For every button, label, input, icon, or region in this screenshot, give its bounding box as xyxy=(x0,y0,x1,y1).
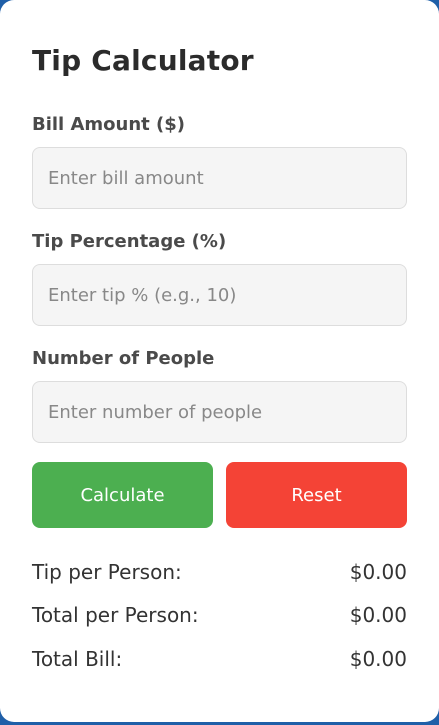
bill-amount-label: Bill Amount ($) xyxy=(32,114,186,135)
total-per-person-label: Total per Person: xyxy=(32,603,199,627)
calculate-button[interactable]: Calculate xyxy=(32,462,213,528)
tip-percentage-label: Tip Percentage (%) xyxy=(32,231,227,252)
number-of-people-input[interactable] xyxy=(32,381,407,443)
total-per-person-value: $0.00 xyxy=(349,603,407,627)
total-bill-label: Total Bill: xyxy=(32,647,123,671)
page-title: Tip Calculator xyxy=(32,44,254,77)
total-bill-value: $0.00 xyxy=(349,647,407,671)
result-row-total-bill: Total Bill: $0.00 xyxy=(32,647,407,671)
number-of-people-label: Number of People xyxy=(32,348,215,369)
tip-per-person-value: $0.00 xyxy=(349,560,407,584)
tip-per-person-label: Tip per Person: xyxy=(32,560,182,584)
reset-button[interactable]: Reset xyxy=(226,462,407,528)
result-row-tip-per-person: Tip per Person: $0.00 xyxy=(32,560,407,584)
bill-amount-input[interactable] xyxy=(32,147,407,209)
tip-percentage-input[interactable] xyxy=(32,264,407,326)
result-row-total-per-person: Total per Person: $0.00 xyxy=(32,603,407,627)
tip-calculator-card: Tip Calculator Bill Amount ($) Tip Perce… xyxy=(0,0,439,722)
